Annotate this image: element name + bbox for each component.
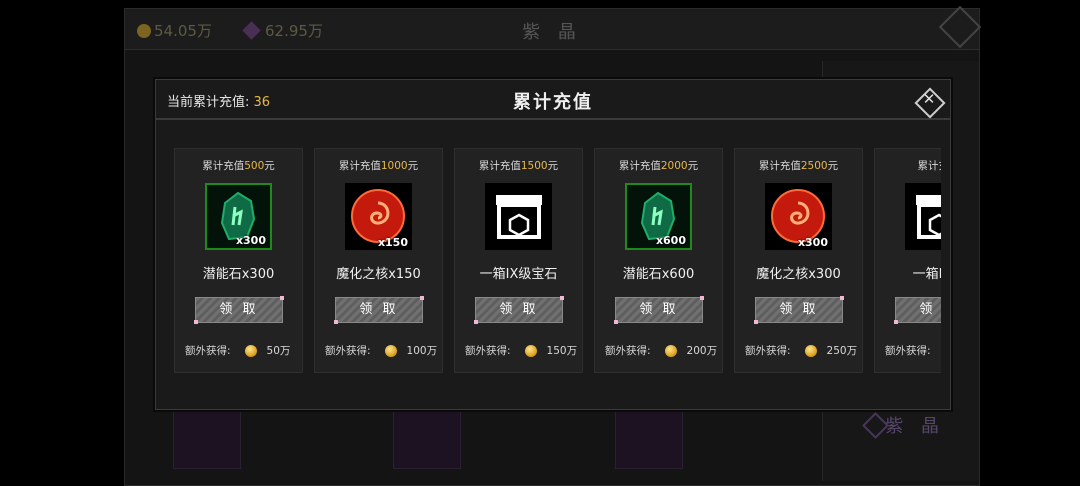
gold-coin-icon (664, 344, 677, 357)
shop-item-slot (615, 401, 683, 469)
item-name: 一箱IX级宝石 (479, 267, 558, 282)
cumulative-recharge-dialog: 当前累计充值: 36 累计充值 ✕ 累计充值500元 x300 潜能石x300 … (155, 79, 951, 410)
item-name: 魔化之核x150 (336, 267, 421, 282)
gold-coin-icon (804, 344, 817, 357)
demon-core-icon: x150 (345, 183, 412, 250)
extra-reward: 额外获得: 250万 (745, 344, 858, 357)
requirement-label: 累计充值500元 (202, 160, 275, 172)
reward-card: 累计充值2000元 x600 潜能石x600 领 取 额外获得: 200万 (594, 148, 723, 373)
extra-reward: 额外获得: (885, 343, 941, 358)
extra-reward: 额外获得: 150万 (465, 344, 578, 357)
extra-reward: 额外获得: 100万 (325, 344, 438, 357)
shop-topbar: 54.05万 62.95万 紫 晶 (125, 5, 982, 50)
requirement-label: 累计充值2000元 (618, 160, 699, 172)
extra-reward: 额外获得: 50万 (185, 344, 291, 357)
potential-stone-icon: x600 (625, 183, 692, 250)
requirement-label: 累计充值1000元 (338, 160, 419, 172)
item-name: 魔化之核x300 (756, 267, 841, 282)
requirement-label: 累计充值2500元 (758, 160, 839, 172)
shop-title: 紫 晶 (522, 22, 582, 43)
item-name: 潜能石x600 (622, 267, 695, 282)
reward-card: 累计充值500元 x300 潜能石x300 领 取 额外获得: 50万 (174, 148, 303, 373)
claim-button[interactable]: 领 取 (614, 296, 704, 324)
shop-item-slot (173, 401, 241, 469)
reward-card: 累计充值1500元 一箱IX级宝石 领 取 额外获得: 150万 (454, 148, 583, 373)
gold-coin-icon (384, 344, 397, 357)
gold-coin-icon (244, 344, 257, 357)
dialog-title: 累计充值 (513, 92, 593, 113)
claim-button[interactable]: 领 取 (894, 297, 941, 324)
close-icon: ✕ (922, 90, 936, 108)
gem-chest-icon (485, 183, 552, 250)
dialog-header: 当前累计充值: 36 累计充值 ✕ (156, 80, 950, 120)
item-name: 一箱IX级 (912, 267, 941, 282)
item-quantity: x600 (655, 234, 686, 247)
reward-card: 累计充值1000元 x150 魔化之核x150 领 取 额外获得: 100万 (314, 148, 443, 373)
item-quantity: x150 (377, 236, 408, 249)
potential-stone-icon: x300 (205, 183, 272, 250)
demon-core-icon: x300 (765, 183, 832, 250)
reward-card: 累计充值 一箱IX级 领 取 额外获得: (874, 148, 941, 373)
claim-button[interactable]: 领 取 (194, 296, 284, 324)
category-tab-amethyst[interactable]: 紫 晶 (885, 412, 945, 438)
claim-button[interactable]: 领 取 (334, 296, 424, 324)
close-button[interactable]: ✕ (914, 87, 946, 119)
extra-reward: 额外获得: 200万 (605, 344, 718, 357)
shop-item-slot (393, 401, 461, 469)
requirement-label: 累计充值1500元 (478, 160, 559, 172)
reward-card: 累计充值2500元 x300 魔化之核x300 领 取 额外获得: 250万 (734, 148, 863, 373)
item-quantity: x300 (797, 236, 828, 249)
claim-button[interactable]: 领 取 (474, 296, 564, 324)
item-quantity: x300 (235, 234, 266, 247)
item-name: 潜能石x300 (202, 267, 275, 282)
reward-list[interactable]: 累计充值500元 x300 潜能石x300 领 取 额外获得: 50万 累计充值1… (174, 148, 941, 374)
claim-button[interactable]: 领 取 (754, 296, 844, 324)
gem-chest-icon (905, 183, 941, 250)
requirement-label: 累计充值 (917, 160, 942, 172)
gold-coin-icon (524, 344, 537, 357)
